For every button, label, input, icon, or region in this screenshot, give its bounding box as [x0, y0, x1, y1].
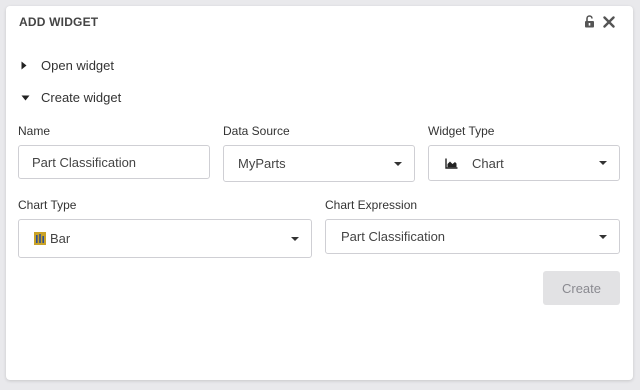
chevron-down-icon	[599, 161, 607, 165]
chevron-down-icon	[291, 236, 299, 241]
chart-type-label: Chart Type	[18, 198, 77, 212]
chart-expression-select[interactable]: Part Classification	[325, 219, 620, 254]
bar-chart-icon	[34, 232, 46, 245]
tree-item-open-widget[interactable]: Open widget	[21, 58, 114, 73]
chevron-down-icon	[394, 161, 402, 166]
area-chart-icon	[445, 158, 458, 169]
title-actions	[584, 15, 615, 28]
tree-item-label: Open widget	[41, 58, 114, 73]
chart-type-value: Bar	[50, 231, 71, 246]
chart-expression-value: Part Classification	[341, 229, 446, 244]
name-label: Name	[18, 124, 51, 138]
widget-type-select[interactable]: Chart	[428, 145, 620, 181]
data-source-value: MyParts	[238, 156, 286, 171]
chart-expression-label: Chart Expression	[325, 198, 418, 212]
tree-item-create-widget[interactable]: Create widget	[21, 90, 121, 105]
tree-item-label: Create widget	[41, 90, 122, 105]
chart-type-select[interactable]: Bar	[18, 219, 312, 258]
name-input[interactable]: Part Classification	[18, 145, 210, 179]
data-source-select[interactable]: MyParts	[223, 145, 415, 182]
add-widget-dialog: ADD WIDGET Open widget Create widget Nam…	[6, 6, 633, 380]
caret-right-icon	[21, 61, 33, 70]
widget-type-label: Widget Type	[428, 124, 495, 138]
name-input-value: Part Classification	[32, 154, 137, 170]
close-icon[interactable]	[603, 15, 615, 28]
data-source-label: Data Source	[223, 124, 290, 138]
chevron-down-icon	[599, 234, 607, 239]
create-button[interactable]: Create	[543, 271, 620, 305]
dialog-title: ADD WIDGET	[19, 15, 99, 29]
widget-type-value: Chart	[472, 155, 504, 171]
unlock-icon[interactable]	[584, 15, 595, 28]
caret-down-icon	[21, 95, 33, 101]
